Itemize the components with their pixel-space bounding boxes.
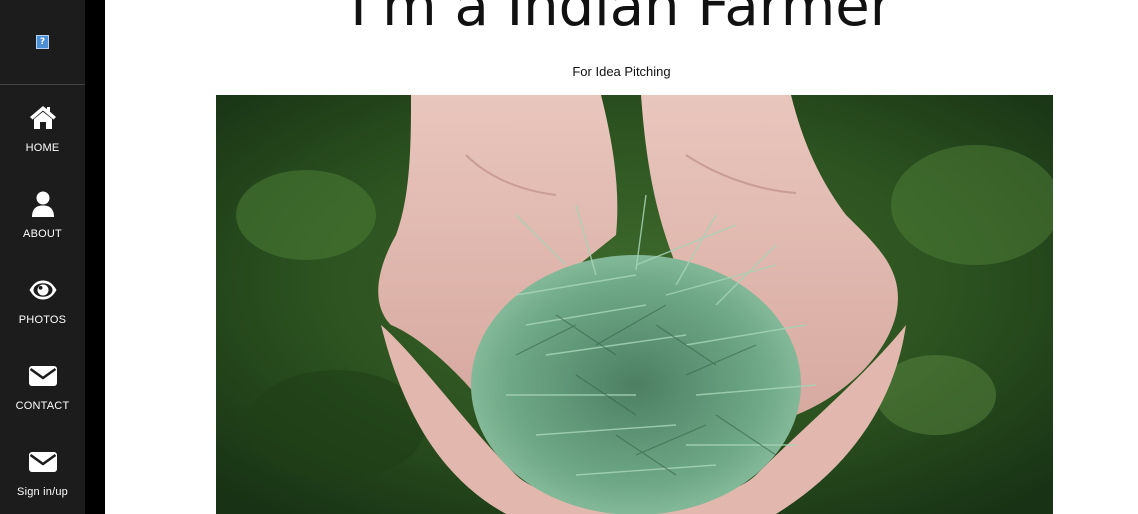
- page-title: I'm a Indian Farmer: [350, 0, 893, 39]
- sidebar-divider: [85, 0, 105, 514]
- page-subtitle: For Idea Pitching: [572, 64, 671, 79]
- user-icon: [31, 191, 54, 217]
- brand: ?: [0, 0, 85, 85]
- sidebar-item-about[interactable]: ABOUT: [0, 171, 85, 257]
- eye-icon: [29, 280, 56, 299]
- home-icon: [29, 105, 56, 129]
- sidebar-item-photos[interactable]: PHOTOS: [0, 257, 85, 343]
- envelope-icon: [28, 451, 57, 472]
- sidebar-item-label: HOME: [25, 141, 60, 154]
- sidebar-item-label: CONTACT: [15, 399, 70, 412]
- sidebar-item-label: ABOUT: [23, 227, 62, 240]
- broken-image-icon: ?: [36, 35, 49, 49]
- sidebar-item-label: PHOTOS: [18, 313, 67, 326]
- sidebar-item-sign-in[interactable]: Sign in/up: [0, 429, 85, 514]
- hero-image: [216, 95, 1053, 514]
- sidebar-item-contact[interactable]: CONTACT: [0, 343, 85, 429]
- main-content: I'm a Indian Farmer For Idea Pitching: [105, 0, 1138, 514]
- envelope-icon: [28, 365, 57, 386]
- sidebar-item-label: Sign in/up: [17, 485, 68, 498]
- sidebar-item-home[interactable]: HOME: [0, 85, 85, 171]
- hands-pine-photo: [216, 95, 1053, 514]
- sidebar: ? HOME ABOUT PHOTOS CONTACT Sign in/up: [0, 0, 85, 514]
